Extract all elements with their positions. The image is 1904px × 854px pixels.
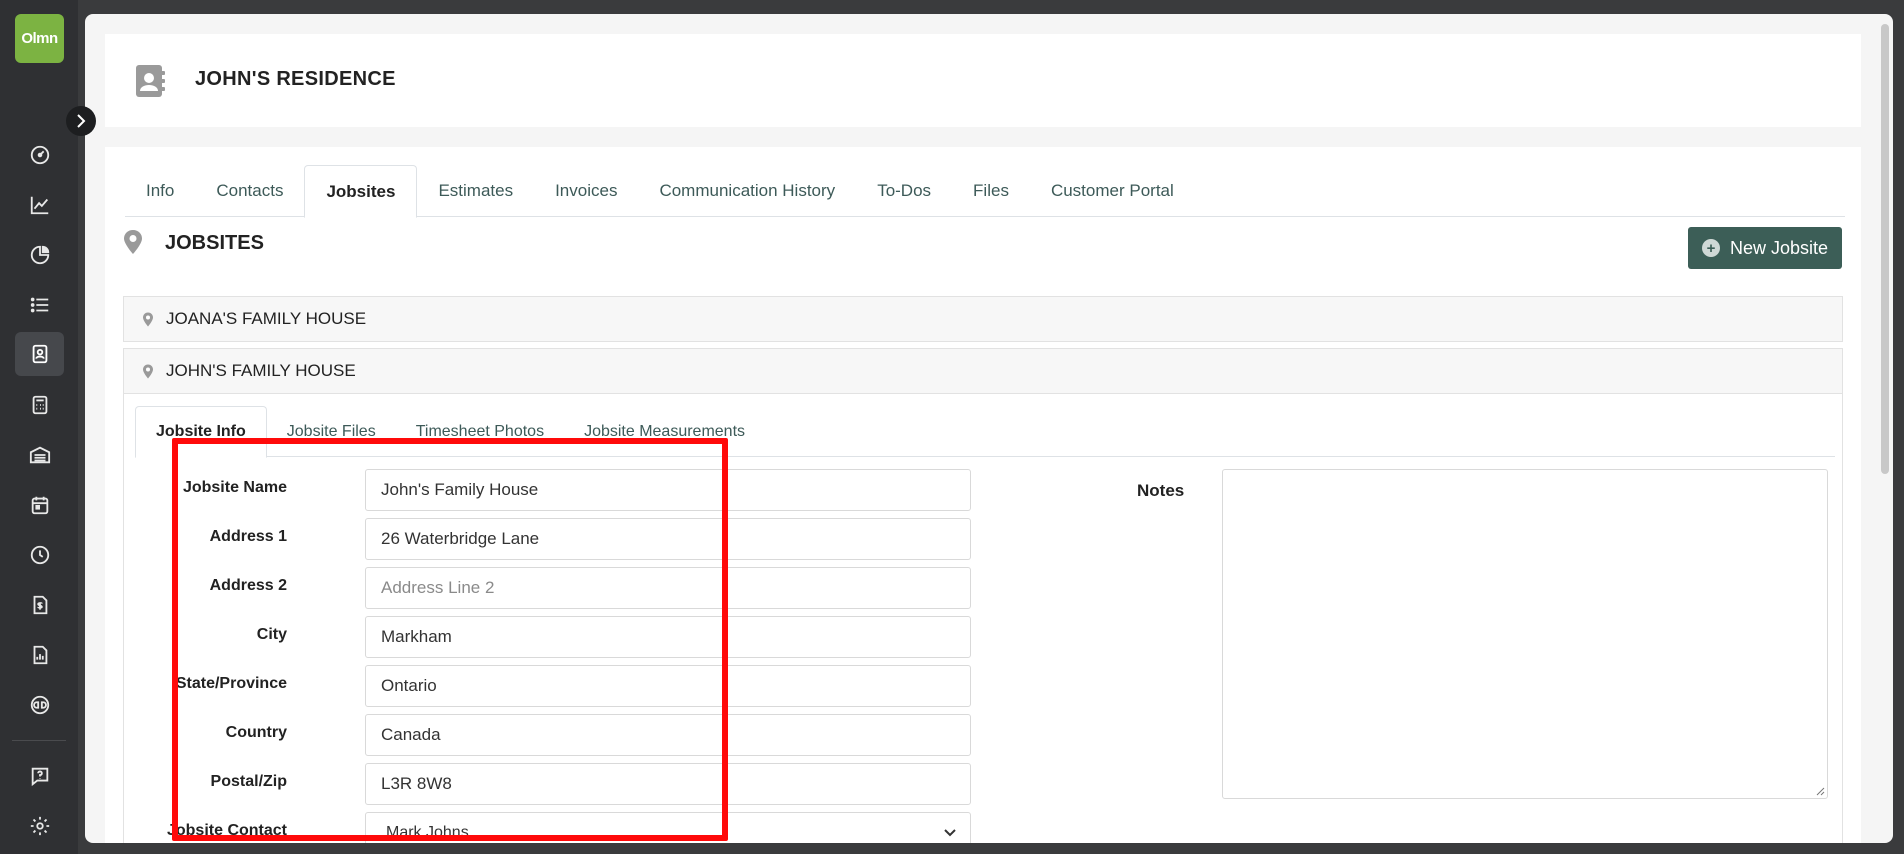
jobsite-name-input[interactable]: John's Family House [365, 469, 971, 511]
address1-row: Address 1 26 Waterbridge Lane [165, 518, 971, 560]
sidebar: Olmn [0, 0, 78, 854]
city-input[interactable]: Markham [365, 616, 971, 658]
selected-contact: Mark Johns [386, 824, 469, 841]
page-header: JOHN'S RESIDENCE [105, 34, 1861, 127]
tab-jobsites[interactable]: Jobsites [304, 165, 418, 218]
report-file-icon[interactable] [15, 633, 64, 677]
invoice-dollar-icon[interactable] [15, 583, 64, 627]
calendar-icon[interactable] [15, 483, 64, 527]
map-pin-icon [143, 312, 153, 326]
sidebar-toggle-button[interactable] [66, 106, 96, 136]
quickbooks-icon[interactable] [15, 683, 64, 727]
new-jobsite-button[interactable]: + New Jobsite [1688, 227, 1842, 269]
jobsite-name: JOHN'S FAMILY HOUSE [166, 361, 356, 380]
warehouse-icon[interactable] [15, 433, 64, 477]
list-icon[interactable] [15, 283, 64, 327]
dashboard-icon[interactable] [15, 133, 64, 177]
section-title: JOBSITES [165, 232, 264, 254]
address2-label: Address 2 [209, 577, 287, 594]
address1-input[interactable]: 26 Waterbridge Lane [365, 518, 971, 560]
main-panel: JOHN'S RESIDENCE Info Contacts Jobsites … [85, 14, 1893, 843]
contacts-book-icon[interactable] [15, 332, 64, 376]
subtab-jobsite-measurements[interactable]: Jobsite Measurements [564, 406, 765, 457]
clock-icon[interactable] [15, 533, 64, 577]
postal-row: Postal/Zip L3R 8W8 [165, 763, 971, 805]
tab-invoices[interactable]: Invoices [534, 165, 638, 217]
new-jobsite-label: New Jobsite [1729, 237, 1829, 258]
jobsite-subtabs: Jobsite Info Jobsite Files Timesheet Pho… [135, 406, 1835, 458]
address2-row: Address 2 Address Line 2 [165, 567, 971, 609]
help-chat-icon[interactable] [15, 754, 64, 798]
scrollbar[interactable] [1881, 24, 1889, 474]
state-row: State/Province Ontario [165, 665, 971, 707]
map-pin-icon [143, 364, 153, 378]
subtab-jobsite-info[interactable]: Jobsite Info [135, 406, 267, 458]
tab-contacts[interactable]: Contacts [195, 165, 304, 217]
jobsite-contact-select[interactable]: Mark Johns [365, 812, 971, 843]
plus-circle-icon: + [1701, 239, 1720, 257]
calculator-icon[interactable] [15, 383, 64, 427]
tab-customer-portal[interactable]: Customer Portal [1030, 165, 1195, 217]
resize-grip-icon[interactable] [1815, 786, 1825, 796]
chevron-right-icon [77, 114, 86, 128]
state-label: State/Province [175, 675, 287, 692]
tab-todos[interactable]: To-Dos [856, 165, 952, 217]
postal-label: Postal/Zip [210, 773, 287, 790]
settings-gear-icon[interactable] [15, 804, 64, 848]
jobsite-name-row: Jobsite Name John's Family House [165, 469, 971, 511]
notes-label: Notes [1137, 481, 1185, 500]
state-input[interactable]: Ontario [365, 665, 971, 707]
subtab-timesheet-photos[interactable]: Timesheet Photos [396, 406, 564, 457]
page-title: JOHN'S RESIDENCE [195, 68, 396, 90]
tab-files[interactable]: Files [952, 165, 1030, 217]
tab-estimates[interactable]: Estimates [417, 165, 534, 217]
pie-chart-icon[interactable] [15, 233, 64, 277]
jobsite-accordion-joana[interactable]: JOANA'S FAMILY HOUSE [123, 296, 1843, 342]
address1-label: Address 1 [209, 528, 287, 545]
analytics-chart-icon[interactable] [15, 183, 64, 227]
content-card: Info Contacts Jobsites Estimates Invoice… [105, 147, 1861, 843]
sidebar-divider [12, 740, 66, 741]
city-label: City [256, 626, 287, 643]
jobsite-name: JOANA'S FAMILY HOUSE [166, 309, 367, 328]
app-logo[interactable]: Olmn [15, 14, 64, 63]
subtab-jobsite-files[interactable]: Jobsite Files [267, 406, 396, 457]
customer-tabs: Info Contacts Jobsites Estimates Invoice… [125, 165, 1845, 218]
country-label: Country [225, 724, 287, 741]
tab-communication-history[interactable]: Communication History [638, 165, 856, 217]
postal-input[interactable]: L3R 8W8 [365, 763, 971, 805]
map-pin-icon [124, 230, 142, 254]
contact-row: Jobsite Contact Mark Johns [165, 812, 971, 843]
city-row: City Markham [165, 616, 971, 658]
notes-textarea[interactable] [1222, 469, 1828, 799]
country-row: Country Canada [165, 714, 971, 756]
jobsite-name-label: Jobsite Name [182, 479, 287, 496]
tab-info[interactable]: Info [125, 165, 195, 217]
country-input[interactable]: Canada [365, 714, 971, 756]
address-book-icon [136, 65, 165, 97]
address2-input[interactable]: Address Line 2 [365, 567, 971, 609]
chevron-down-icon [944, 829, 956, 837]
contact-label: Jobsite Contact [166, 822, 287, 839]
